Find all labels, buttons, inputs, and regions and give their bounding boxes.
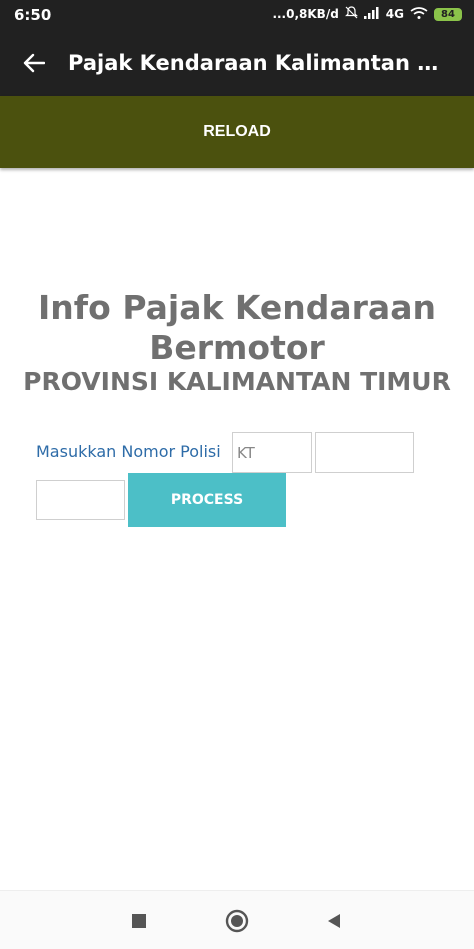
signal-icon xyxy=(363,6,380,22)
app-title: Pajak Kendaraan Kalimantan Ti... xyxy=(68,51,448,75)
page-title: Info Pajak Kendaraan Bermotor xyxy=(0,288,474,368)
square-icon xyxy=(132,914,146,928)
reload-button[interactable]: RELOAD xyxy=(0,96,474,168)
wifi-icon xyxy=(410,6,428,22)
process-button[interactable]: PROCESS xyxy=(128,473,286,527)
network-type: 4G xyxy=(385,7,404,21)
plate-number-input[interactable] xyxy=(315,432,414,473)
recent-apps-button[interactable] xyxy=(125,907,153,935)
status-bar: 6:50 ...0,8KB/d 4G 84 xyxy=(0,0,474,30)
home-button[interactable] xyxy=(223,907,251,935)
back-button[interactable] xyxy=(0,30,68,96)
battery-icon: 84 xyxy=(434,7,462,21)
triangle-left-icon xyxy=(328,914,340,928)
page-subtitle: PROVINSI KALIMANTAN TIMUR xyxy=(23,367,451,396)
status-icons: ...0,8KB/d 4G 84 xyxy=(272,6,462,22)
status-time: 6:50 xyxy=(14,6,52,24)
plate-suffix-input[interactable] xyxy=(36,480,125,520)
arrow-left-icon xyxy=(23,53,45,73)
back-nav-button[interactable] xyxy=(320,907,348,935)
plate-prefix-input[interactable] xyxy=(232,432,312,473)
page-title-line1: Info Pajak Kendaraan xyxy=(38,288,436,327)
circle-icon xyxy=(225,909,249,933)
navigation-bar xyxy=(0,890,474,949)
page-title-line2: Bermotor xyxy=(149,328,325,367)
app-bar: Pajak Kendaraan Kalimantan Ti... xyxy=(0,30,474,96)
mute-icon xyxy=(344,6,358,22)
plate-number-label: Masukkan Nomor Polisi xyxy=(36,442,221,461)
network-speed: ...0,8KB/d xyxy=(272,7,339,21)
